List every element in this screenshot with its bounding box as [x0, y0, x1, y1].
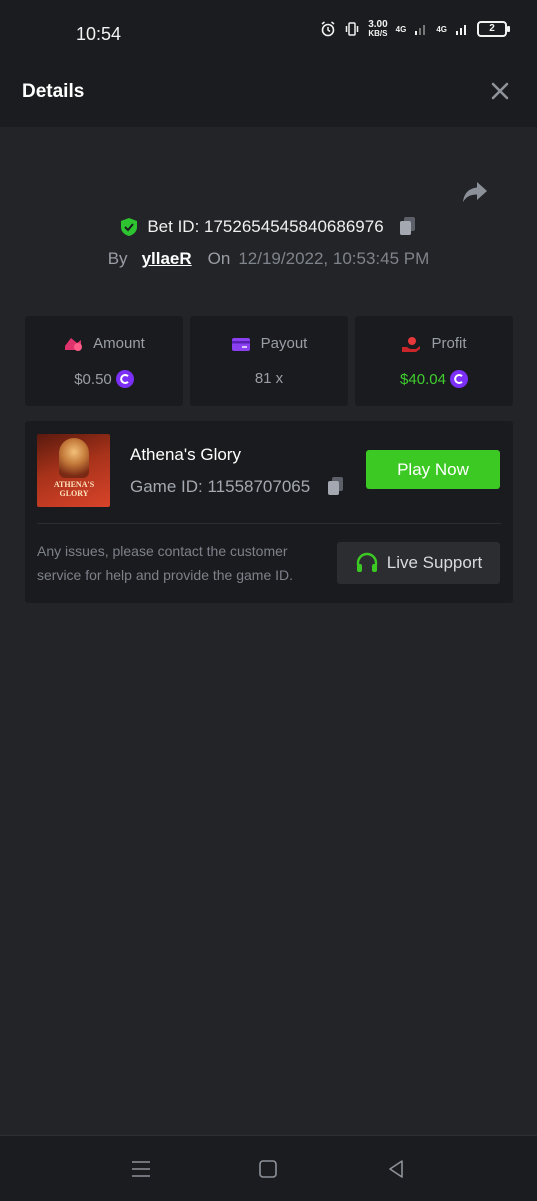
divider — [37, 523, 501, 524]
profit-label: Profit — [431, 335, 467, 352]
payout-label: Payout — [260, 335, 308, 352]
bet-author-row: By yllaeR On 12/19/2022, 10:53:45 PM — [0, 249, 537, 269]
bet-datetime: 12/19/2022, 10:53:45 PM — [238, 249, 430, 268]
play-now-button[interactable]: Play Now — [366, 450, 500, 489]
live-support-button[interactable]: Live Support — [337, 542, 500, 584]
stat-payout: Payout 81 x — [190, 316, 348, 406]
game-id: Game ID: 11558707065 — [130, 477, 311, 496]
by-label: By — [107, 249, 128, 268]
page-title: Details — [22, 81, 85, 102]
profit-value: $40.04 — [400, 370, 446, 388]
signal-icon — [415, 25, 426, 35]
on-label: On — [207, 249, 231, 268]
payout-value: 81 x — [254, 370, 284, 387]
close-icon[interactable] — [489, 80, 511, 102]
net-speed: 3.00 KB/S — [368, 19, 388, 39]
coin-icon — [449, 370, 468, 388]
status-time: 10:54 — [76, 24, 122, 44]
amount-value: $0.50 — [74, 370, 112, 388]
amount-icon — [65, 337, 83, 351]
copy-icon[interactable] — [398, 216, 418, 238]
live-support-label: Live Support — [386, 553, 483, 572]
game-id-row: Game ID: 11558707065 — [130, 476, 346, 498]
game-thumbnail-title: ATHENA'S GLORY — [53, 480, 95, 498]
coin-icon — [115, 370, 134, 388]
payout-card-icon — [231, 337, 250, 351]
status-icons: 3.00 KB/S 4G 4G 2 — [320, 19, 510, 39]
support-info-text: Any issues, please contact the customer … — [37, 543, 294, 583]
vibrate-icon — [345, 22, 359, 36]
signal-icon-2 — [456, 25, 466, 35]
alarm-icon — [321, 21, 335, 37]
bet-id-row: Bet ID: 1752654545840686976 — [0, 216, 537, 238]
stat-amount: Amount $0.50 — [25, 316, 183, 406]
shield-check-icon — [121, 218, 138, 236]
bet-id: Bet ID: 1752654545840686976 — [147, 217, 384, 236]
game-thumbnail[interactable]: ATHENA'S GLORY — [37, 434, 110, 507]
game-name: Athena's Glory — [130, 445, 241, 464]
battery-icon: 2 — [477, 21, 510, 37]
amount-label: Amount — [93, 335, 145, 352]
details-header: Details — [0, 55, 537, 127]
network-label-2: 4G — [436, 24, 447, 34]
bet-stats: Amount $0.50 Payout 81 x Profit $40.04 — [25, 316, 513, 406]
menu-icon[interactable] — [130, 1158, 152, 1180]
stat-profit: Profit $40.04 — [355, 316, 513, 406]
home-square-icon[interactable] — [257, 1158, 279, 1180]
network-label-1: 4G — [395, 24, 407, 34]
copy-icon[interactable] — [326, 476, 346, 498]
username-link[interactable]: yllaeR — [142, 249, 192, 269]
profit-hand-coin-icon — [402, 336, 421, 352]
headset-icon — [356, 552, 377, 572]
status-bar: 10:54 3.00 KB/S 4G 4G 2 — [0, 0, 537, 55]
share-icon[interactable] — [461, 177, 489, 205]
system-nav-bar — [0, 1135, 537, 1201]
game-card: ATHENA'S GLORY Athena's Glory Game ID: 1… — [25, 421, 513, 603]
back-triangle-icon[interactable] — [385, 1158, 407, 1180]
